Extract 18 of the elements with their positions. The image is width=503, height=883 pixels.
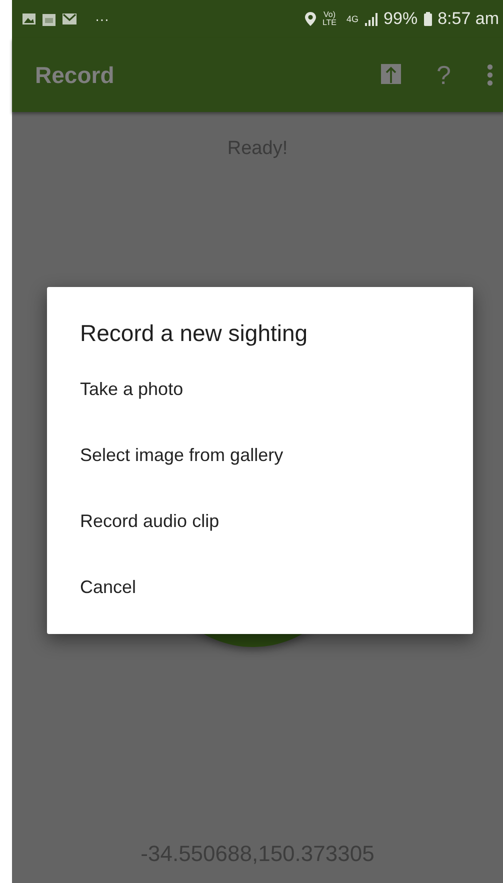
dialog-option[interactable]: Select image from gallery [80,422,284,488]
more-notifications: ··· [95,11,109,27]
volte-indicator: Vo) LTE [322,11,337,27]
dialog-option[interactable]: Cancel [80,554,136,620]
location-pin-icon [305,12,316,26]
dialog-option[interactable]: Take a photo [80,356,184,422]
dialog-title: Record a new sighting [80,320,308,347]
signal-icon [364,12,378,26]
upload-icon[interactable] [380,64,401,86]
battery-percent: 99% [384,9,418,29]
network-type: 4G [346,14,359,24]
more-options-icon[interactable] [487,64,493,86]
battery-icon [424,12,432,26]
mail-icon [62,13,77,25]
app-title: Record [35,62,114,88]
clock-time: 8:57 am [438,9,499,29]
image-icon [22,13,36,25]
dialog-option[interactable]: Record audio clip [80,488,220,554]
